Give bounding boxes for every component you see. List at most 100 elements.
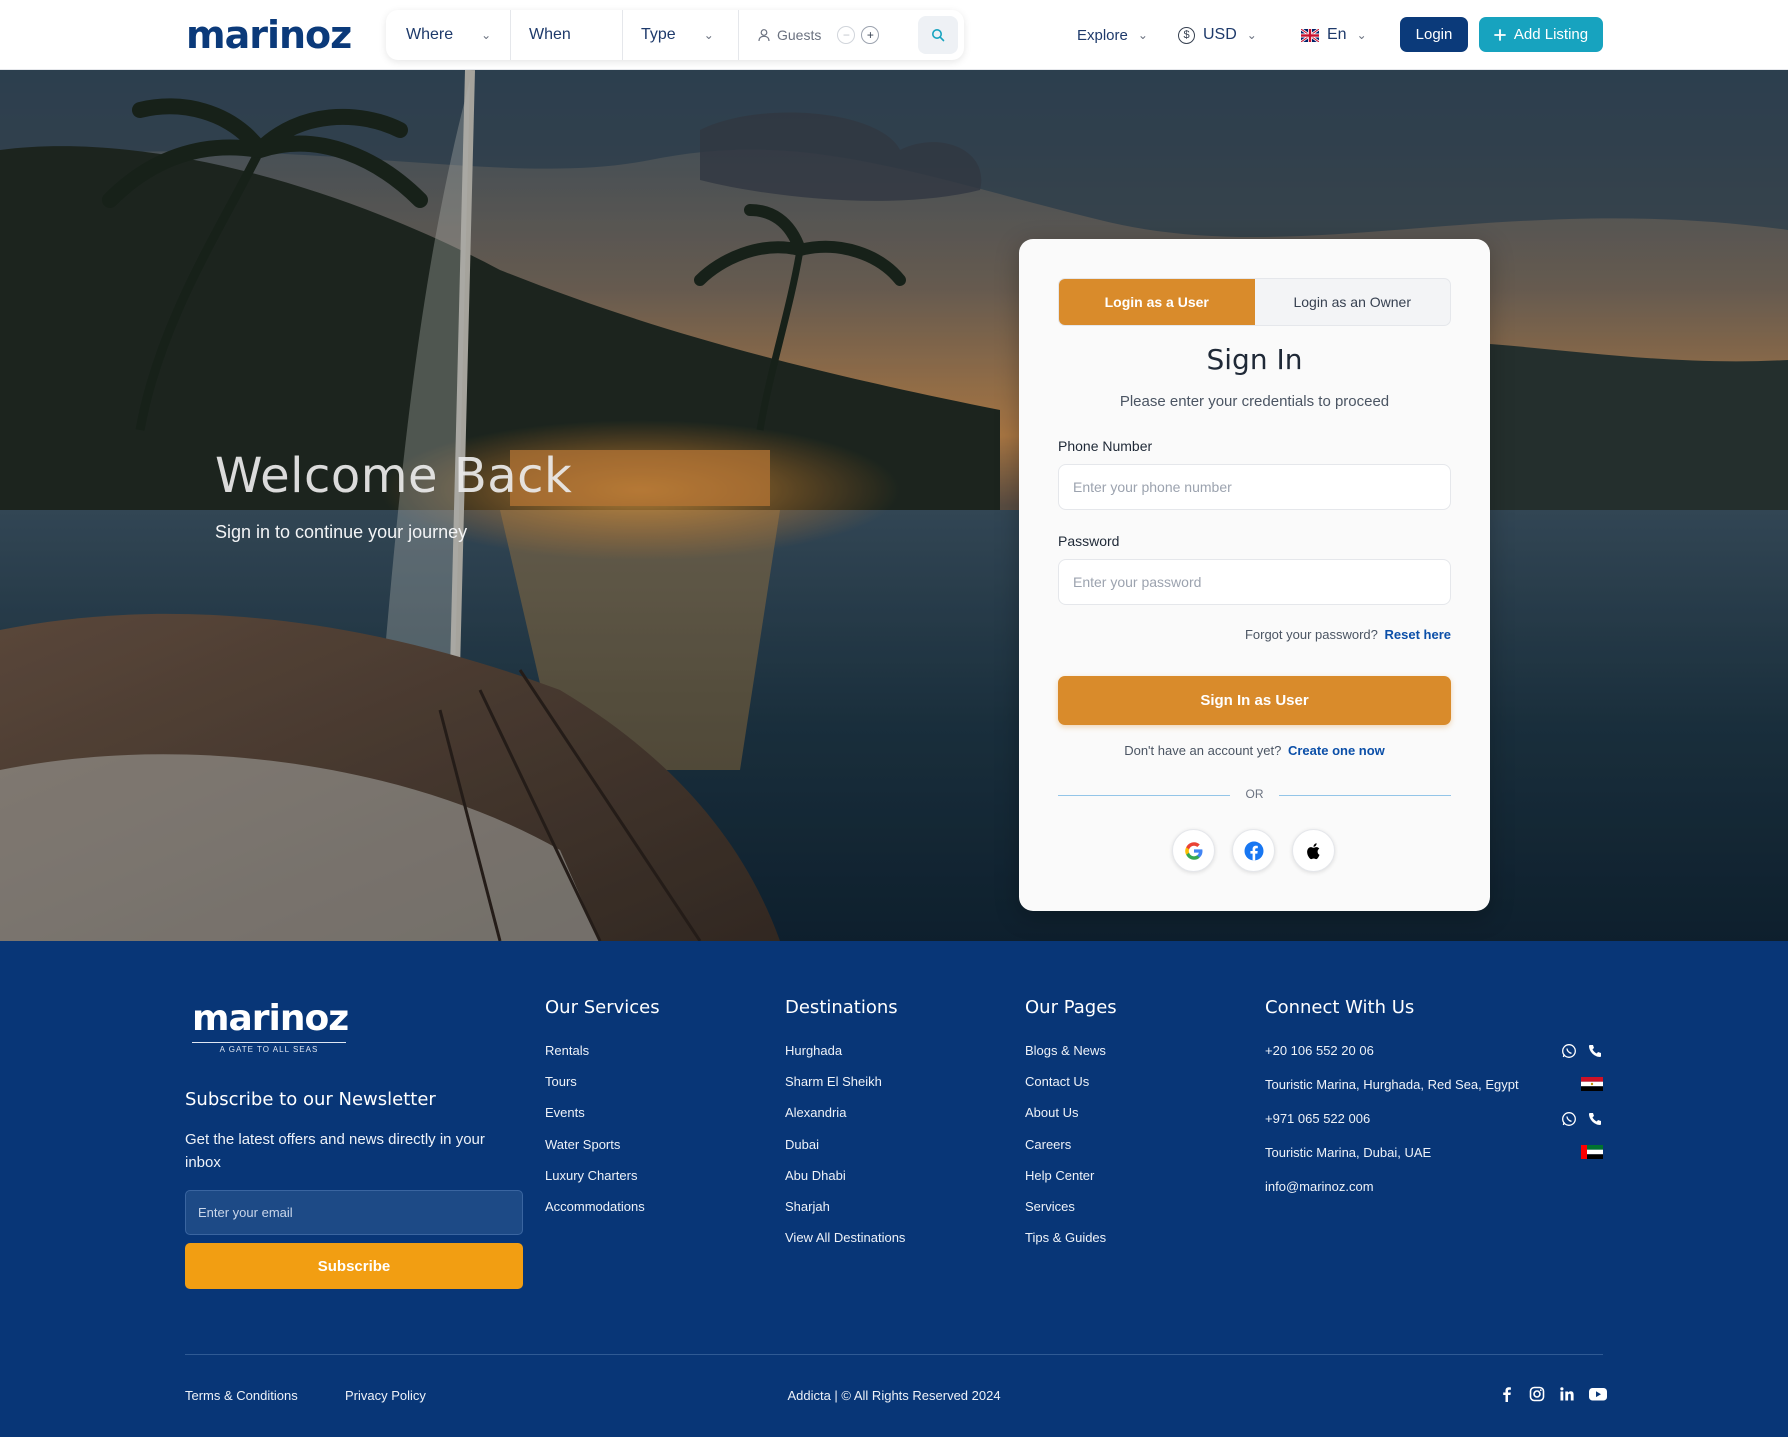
whatsapp-icon[interactable] <box>1561 1111 1577 1127</box>
password-label: Password <box>1058 533 1120 549</box>
when-picker[interactable]: When <box>511 10 623 60</box>
add-listing-label: Add Listing <box>1513 26 1589 43</box>
destination-link-hurghada[interactable]: Hurghada <box>785 1041 905 1072</box>
explore-label: Explore <box>1077 26 1128 44</box>
sign-in-subtitle: Please enter your credentials to proceed <box>1119 393 1390 410</box>
connect-column: Connect With Us +20 106 552 20 06 Touris… <box>1265 997 1603 1211</box>
footer-tagline: A GATE TO ALL SEAS <box>192 1042 346 1054</box>
address-uae-text: Touristic Marina, Dubai, UAE <box>1265 1145 1432 1160</box>
when-label: When <box>529 26 571 43</box>
newsletter-email-input[interactable] <box>185 1190 523 1235</box>
guests-stepper: − + <box>837 26 880 44</box>
apple-icon <box>1306 842 1319 859</box>
services-link-tours[interactable]: Tours <box>545 1072 660 1103</box>
phone-icon[interactable] <box>1587 1043 1603 1059</box>
add-listing-button[interactable]: Add Listing <box>1479 17 1603 52</box>
language-dropdown[interactable]: En ⌄ <box>1300 17 1367 53</box>
services-link-luxury-charters[interactable]: Luxury Charters <box>545 1166 660 1197</box>
chevron-down-icon: ⌄ <box>1246 28 1257 42</box>
phone-input[interactable] <box>1058 464 1451 510</box>
search-icon <box>932 29 945 42</box>
login-role-tabs: Login as a User Login as an Owner <box>1058 278 1451 326</box>
apple-login-button[interactable] <box>1292 829 1335 872</box>
dollar-icon: $ <box>1178 26 1195 44</box>
type-dropdown[interactable]: Type ⌄ <box>623 10 739 60</box>
services-link-rentals[interactable]: Rentals <box>545 1041 660 1072</box>
hero-subtitle: Sign in to continue your journey <box>215 522 468 542</box>
google-login-button[interactable] <box>1172 829 1215 872</box>
person-icon <box>757 28 771 42</box>
services-link-accommodations[interactable]: Accommodations <box>545 1197 660 1228</box>
login-button[interactable]: Login <box>1400 17 1468 52</box>
tab-login-user[interactable]: Login as a User <box>1059 279 1255 325</box>
or-divider: OR <box>1058 786 1451 804</box>
footer-logo[interactable]: marinoz <box>192 1001 349 1037</box>
youtube-icon[interactable] <box>1588 1386 1608 1402</box>
reset-password-link[interactable]: Reset here <box>1385 627 1451 642</box>
plus-icon <box>1493 28 1506 41</box>
page-link-about[interactable]: About Us <box>1025 1103 1117 1134</box>
page-link-tips[interactable]: Tips & Guides <box>1025 1228 1117 1259</box>
destination-link-dubai[interactable]: Dubai <box>785 1135 905 1166</box>
facebook-icon[interactable] <box>1498 1385 1516 1403</box>
where-dropdown[interactable]: Where ⌄ <box>386 10 511 60</box>
page-link-services[interactable]: Services <box>1025 1197 1117 1228</box>
contact-phone-uae: +971 065 522 006 <box>1265 1109 1603 1143</box>
currency-dropdown[interactable]: $ USD ⌄ <box>1178 17 1257 53</box>
no-account-text: Don't have an account yet? <box>1124 743 1282 758</box>
currency-label: USD <box>1203 26 1237 43</box>
guests-increment-button[interactable]: + <box>861 26 880 44</box>
tab-login-owner[interactable]: Login as an Owner <box>1255 279 1451 325</box>
top-navbar: marinoz Where ⌄ When Type ⌄ Guests − + E… <box>0 0 1788 70</box>
password-input[interactable] <box>1058 559 1451 605</box>
instagram-icon[interactable] <box>1528 1385 1546 1403</box>
footer-divider <box>185 1354 1603 1355</box>
hero-section: Welcome Back Sign in to continue your jo… <box>0 70 1788 941</box>
phone-icon[interactable] <box>1587 1111 1603 1127</box>
phone-egypt-text[interactable]: +20 106 552 20 06 <box>1265 1043 1374 1058</box>
or-text: OR <box>1245 787 1264 801</box>
explore-dropdown[interactable]: Explore ⌄ <box>1077 17 1148 53</box>
footer-social-links <box>1498 1385 1608 1403</box>
destination-link-sharm[interactable]: Sharm El Sheikh <box>785 1072 905 1103</box>
contact-phone-egypt: +20 106 552 20 06 <box>1265 1041 1603 1075</box>
page-link-help[interactable]: Help Center <box>1025 1166 1117 1197</box>
sign-in-title: Sign In <box>1206 343 1303 376</box>
search-button[interactable] <box>918 16 958 54</box>
contact-address-egypt: Touristic Marina, Hurghada, Red Sea, Egy… <box>1265 1075 1603 1109</box>
site-logo[interactable]: marinoz <box>186 16 352 54</box>
page-link-contact[interactable]: Contact Us <box>1025 1072 1117 1103</box>
facebook-login-button[interactable] <box>1232 829 1275 872</box>
chevron-down-icon: ⌄ <box>481 28 492 42</box>
pages-column: Our Pages Blogs & News Contact Us About … <box>1025 997 1117 1259</box>
newsletter-text: Get the latest offers and news directly … <box>185 1131 485 1171</box>
destination-link-alexandria[interactable]: Alexandria <box>785 1103 905 1134</box>
phone-uae-text[interactable]: +971 065 522 006 <box>1265 1111 1370 1126</box>
subscribe-button[interactable]: Subscribe <box>185 1243 523 1289</box>
page-link-blogs[interactable]: Blogs & News <box>1025 1041 1117 1072</box>
phone-label: Phone Number <box>1058 438 1153 454</box>
uk-flag-icon <box>1300 27 1320 43</box>
sign-in-button[interactable]: Sign In as User <box>1058 676 1451 725</box>
chevron-down-icon: ⌄ <box>1356 28 1367 42</box>
type-label: Type <box>641 26 676 43</box>
destination-link-abu-dhabi[interactable]: Abu Dhabi <box>785 1166 905 1197</box>
email-text[interactable]: info@marinoz.com <box>1265 1179 1374 1194</box>
services-column: Our Services Rentals Tours Events Water … <box>545 997 660 1228</box>
guests-selector: Guests − + <box>739 10 909 60</box>
destination-link-view-all[interactable]: View All Destinations <box>785 1228 905 1259</box>
connect-heading: Connect With Us <box>1265 997 1415 1018</box>
services-link-events[interactable]: Events <box>545 1103 660 1134</box>
pages-heading: Our Pages <box>1025 997 1117 1018</box>
linkedin-icon[interactable] <box>1558 1385 1576 1403</box>
guests-decrement-button[interactable]: − <box>837 26 856 44</box>
where-label: Where <box>406 26 454 43</box>
create-account-link[interactable]: Create one now <box>1288 743 1385 758</box>
page-link-careers[interactable]: Careers <box>1025 1135 1117 1166</box>
chevron-down-icon: ⌄ <box>1137 28 1148 42</box>
whatsapp-icon[interactable] <box>1561 1043 1577 1059</box>
services-link-water-sports[interactable]: Water Sports <box>545 1135 660 1166</box>
create-account-row: Don't have an account yet? Create one no… <box>1019 743 1490 758</box>
destination-link-sharjah[interactable]: Sharjah <box>785 1197 905 1228</box>
language-label: En <box>1327 26 1347 43</box>
